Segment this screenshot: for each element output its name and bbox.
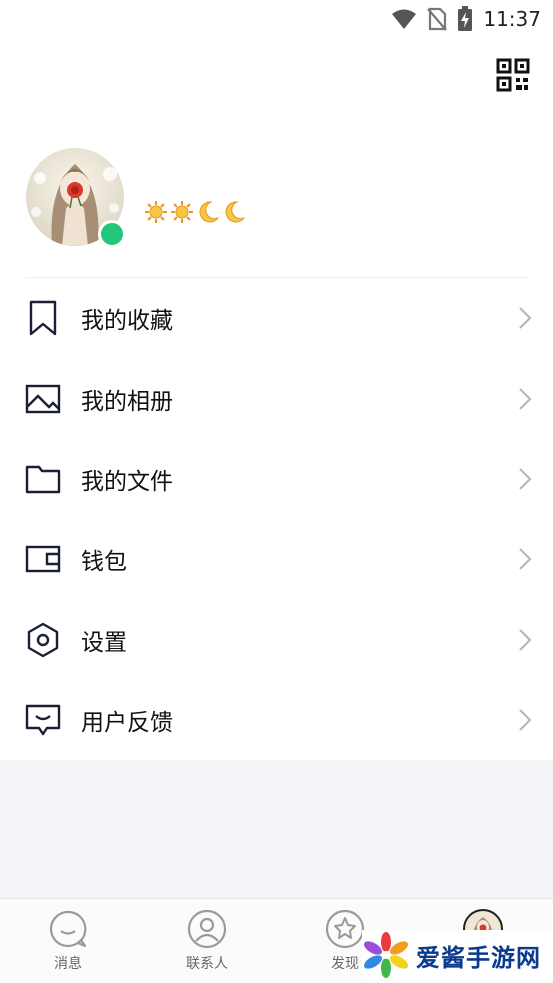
chat-bubble-icon	[49, 910, 87, 948]
status-icons: 11:37	[391, 6, 541, 32]
battery-charging-icon	[458, 6, 473, 31]
sun-icon	[171, 201, 193, 223]
tab-label: 发现	[331, 956, 359, 972]
menu-item-label: 我的文件	[81, 468, 173, 495]
discover-star-icon	[325, 909, 365, 949]
image-icon	[25, 381, 61, 417]
qr-code-icon	[496, 58, 530, 92]
menu-item-settings[interactable]: 设置	[0, 600, 553, 680]
chevron-right-icon	[519, 709, 532, 731]
menu-item-label: 用户反馈	[81, 710, 173, 737]
folder-icon	[25, 461, 61, 497]
empty-area	[0, 760, 553, 898]
wallet-icon	[25, 541, 61, 577]
menu-item-label: 我的收藏	[81, 308, 173, 335]
menu-list: 我的收藏 我的相册 我的文件 钱包 设置 用户反馈	[0, 278, 553, 760]
wifi-icon	[392, 9, 417, 29]
pinwheel-logo-icon	[363, 932, 409, 978]
status-bar: 11:37	[0, 0, 553, 36]
contact-person-icon	[187, 909, 227, 949]
tab-label: 消息	[54, 956, 82, 972]
tab-messages[interactable]: 消息	[23, 909, 113, 973]
chevron-right-icon	[519, 548, 532, 571]
watermark-text: 爱酱手游网	[416, 943, 541, 972]
status-time: 11:37	[483, 7, 541, 31]
bookmark-icon	[25, 300, 61, 336]
moon-icon	[225, 201, 246, 223]
menu-item-label: 钱包	[81, 549, 127, 576]
menu-item-label: 我的相册	[81, 388, 173, 415]
chevron-right-icon	[519, 628, 532, 651]
moon-icon	[199, 201, 220, 223]
chevron-right-icon	[519, 468, 532, 490]
tab-label: 联系人	[186, 956, 228, 972]
no-sim-icon	[427, 7, 448, 31]
menu-item-favorites[interactable]: 我的收藏	[0, 278, 553, 358]
menu-item-files[interactable]: 我的文件	[0, 439, 553, 519]
qr-code-button[interactable]	[496, 58, 530, 92]
menu-item-wallet[interactable]: 钱包	[0, 519, 553, 599]
profile-header[interactable]	[26, 148, 528, 256]
settings-hex-icon	[25, 622, 61, 658]
feedback-icon	[25, 702, 61, 738]
online-status-dot	[98, 220, 126, 248]
chevron-right-icon	[519, 307, 532, 329]
menu-item-album[interactable]: 我的相册	[0, 358, 553, 438]
menu-item-label: 设置	[81, 629, 127, 656]
menu-item-feedback[interactable]: 用户反馈	[0, 680, 553, 760]
tab-contacts[interactable]: 联系人	[162, 909, 252, 973]
chevron-right-icon	[519, 387, 532, 410]
sun-icon	[145, 201, 167, 223]
level-icons	[144, 200, 246, 224]
watermark: 爱酱手游网	[362, 930, 552, 980]
